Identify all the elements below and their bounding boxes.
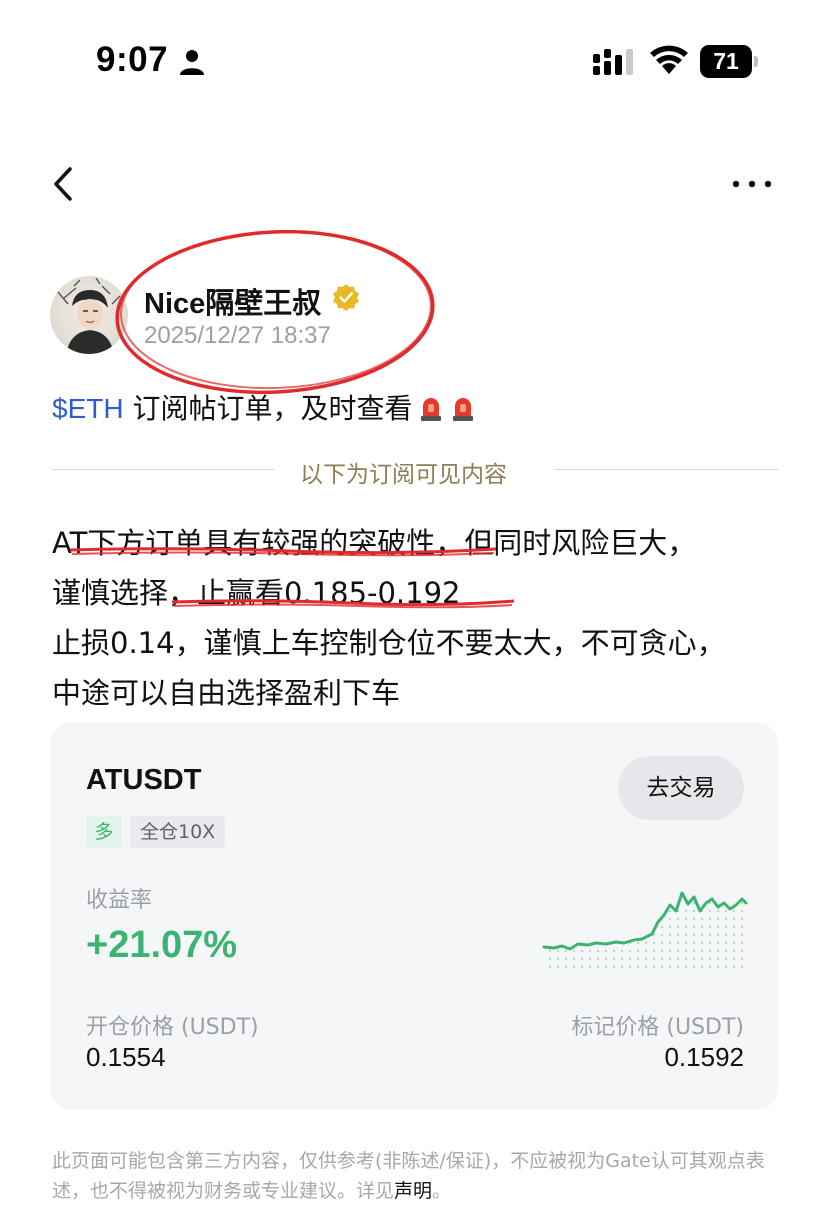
battery-icon: 71 (700, 45, 758, 78)
wifi-icon (650, 45, 688, 74)
roi-value: +21.07% (86, 924, 238, 966)
headline-text: 订阅帖订单，及时查看 (123, 392, 413, 425)
status-time: 9:07 (96, 40, 169, 79)
person-icon (180, 50, 204, 75)
statement-link[interactable]: 声明 (394, 1180, 432, 1202)
disclaimer-end: 。 (432, 1180, 452, 1202)
battery-tip (754, 56, 758, 67)
symbol-label: ATUSDT (86, 764, 202, 796)
avatar-portrait-icon (57, 277, 121, 354)
disclaimer: 此页面可能包含第三方内容，仅供参考(非陈述/保证)，不应被视为Gate认可其观点… (52, 1146, 780, 1206)
body-line: 谨慎选择，止赢看0.185-0.192 (52, 576, 461, 610)
roi-label: 收益率 (86, 888, 153, 913)
post-body: AT下方订单具有较强的突破性，但同时风险巨大， 谨慎选择，止赢看0.185-0.… (52, 518, 792, 718)
back-icon[interactable] (48, 166, 80, 202)
verified-badge-icon (333, 284, 359, 311)
side-tag: 多 (86, 816, 122, 848)
siren-icon (453, 398, 474, 421)
body-line: 中途可以自由选择盈利下车 (52, 676, 401, 710)
open-price-label: 开仓价格 (USDT) (86, 1015, 259, 1040)
open-price-value: 0.1554 (86, 1042, 166, 1072)
post-timestamp: 2025/12/27 18:37 (144, 322, 331, 349)
post-headline: $ETH 订阅帖订单，及时查看 (52, 387, 476, 427)
subscriber-divider-label: 以下为订阅可见内容 (300, 462, 507, 488)
body-line: AT下方订单具有较强的突破性，但同时风险巨大， (52, 526, 697, 560)
divider-line (554, 469, 778, 470)
siren-icon (421, 398, 442, 421)
position-card[interactable]: ATUSDT 去交易 多 全仓10X 收益率 +21.07% 开仓价格 (USD… (50, 722, 778, 1110)
body-line: 止损0.14，谨慎上车控制仓位不要太大，不可贪心， (52, 626, 726, 660)
avatar[interactable] (50, 276, 128, 354)
sparkline-icon (542, 891, 748, 972)
margin-tag: 全仓10X (130, 816, 226, 848)
battery-level: 71 (700, 45, 752, 78)
mark-price-value: 0.1592 (664, 1042, 744, 1072)
mark-price-label: 标记价格 (USDT) (571, 1015, 744, 1040)
author-name[interactable]: Nice隔壁王叔 (144, 280, 321, 322)
more-icon[interactable] (730, 178, 774, 190)
divider-line (52, 469, 274, 470)
ticker-link[interactable]: $ETH (52, 393, 124, 424)
signal-icon (593, 49, 633, 75)
go-trade-button[interactable]: 去交易 (618, 756, 744, 820)
